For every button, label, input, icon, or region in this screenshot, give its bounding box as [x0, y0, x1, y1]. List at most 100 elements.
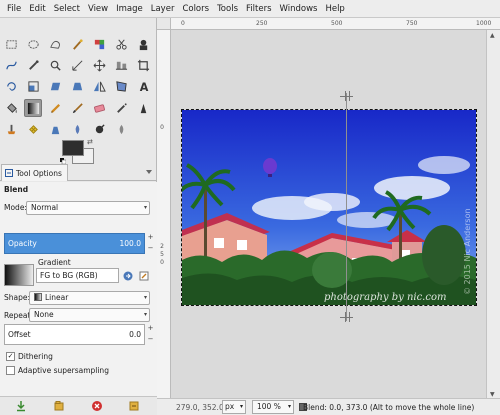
- foreground-select-icon[interactable]: [134, 35, 152, 53]
- gradient-preview[interactable]: [4, 264, 34, 286]
- offset-decrement-icon[interactable]: −: [146, 335, 155, 344]
- bucket-fill-icon[interactable]: [2, 99, 20, 117]
- align-icon[interactable]: [112, 56, 130, 74]
- repeat-select[interactable]: None ▾: [29, 308, 150, 322]
- ruler-tick-label: 250: [256, 20, 268, 27]
- menu-colors[interactable]: Colors: [178, 0, 213, 18]
- status-message: Blend: 0.0, 373.0 (Alt to move the whole…: [303, 403, 475, 412]
- perspective-clone-icon[interactable]: [46, 120, 64, 138]
- dithering-checkbox[interactable]: ✓: [6, 352, 15, 361]
- menu-select[interactable]: Select: [50, 0, 84, 18]
- fuzzy-select-icon[interactable]: [68, 35, 86, 53]
- menu-image[interactable]: Image: [112, 0, 147, 18]
- shape-value: Linear: [45, 293, 69, 302]
- clone-icon[interactable]: [2, 120, 20, 138]
- select-by-color-icon[interactable]: [90, 35, 108, 53]
- adaptive-supersampling-label: Adaptive supersampling: [18, 366, 109, 375]
- scissors-select-icon[interactable]: [112, 35, 130, 53]
- restore-options-icon[interactable]: [53, 400, 65, 412]
- perspective-icon[interactable]: [68, 77, 86, 95]
- menu-view[interactable]: View: [84, 0, 112, 18]
- color-picker-icon[interactable]: [24, 56, 42, 74]
- menu-edit[interactable]: Edit: [25, 0, 49, 18]
- airbrush-icon[interactable]: [112, 99, 130, 117]
- svg-text:A: A: [139, 81, 148, 93]
- left-dock: A ⇄ Tool Options Blend Mode: Normal ▾ Op…: [0, 18, 157, 415]
- opacity-increment-icon[interactable]: +: [146, 233, 155, 242]
- opacity-decrement-icon[interactable]: −: [146, 244, 155, 253]
- blend-line-end-handle[interactable]: [340, 312, 353, 322]
- dodge-burn-icon[interactable]: [90, 120, 108, 138]
- zoom-select[interactable]: 100 % ▾: [252, 400, 294, 414]
- pencil-icon[interactable]: [46, 99, 64, 117]
- foreground-color-swatch[interactable]: [62, 140, 84, 156]
- chevron-down-icon: ▾: [143, 204, 147, 211]
- shape-select[interactable]: Linear ▾: [29, 291, 150, 305]
- blur-icon[interactable]: [112, 120, 130, 138]
- tool-options-panel: Blend Mode: Normal ▾ Opacity 100.0 + − G…: [0, 182, 157, 415]
- vertical-ruler[interactable]: 0 2 5 0: [157, 30, 171, 400]
- menu-tools[interactable]: Tools: [213, 0, 242, 18]
- delete-options-icon[interactable]: [91, 400, 103, 412]
- edit-gradient-icon[interactable]: [137, 269, 150, 282]
- unit-select[interactable]: px ▾: [222, 400, 246, 414]
- ruler-tick-label: 5: [160, 251, 164, 258]
- opacity-label: Opacity: [8, 239, 37, 248]
- scroll-down-icon[interactable]: ▼: [490, 391, 495, 398]
- tab-tool-options-label: Tool Options: [16, 168, 62, 178]
- offset-slider[interactable]: Offset 0.0: [4, 324, 145, 345]
- blend-line-start-handle[interactable]: [340, 91, 353, 101]
- canvas-image[interactable]: photography by nic.com © 2015 Nic Anders…: [181, 109, 477, 306]
- scroll-up-icon[interactable]: ▲: [490, 32, 495, 39]
- free-select-icon[interactable]: [46, 35, 64, 53]
- smudge-icon[interactable]: [68, 120, 86, 138]
- blend-line[interactable]: [346, 93, 347, 321]
- offset-increment-icon[interactable]: +: [146, 324, 155, 333]
- crop-icon[interactable]: [134, 56, 152, 74]
- reset-options-icon[interactable]: [128, 400, 140, 412]
- paths-icon[interactable]: [2, 56, 20, 74]
- ruler-tick-label: 0: [181, 20, 185, 27]
- menu-help[interactable]: Help: [321, 0, 348, 18]
- ellipse-select-icon[interactable]: [24, 35, 42, 53]
- chevron-down-icon: ▾: [239, 403, 243, 410]
- gradient-name-field[interactable]: FG to BG (RGB): [36, 268, 119, 283]
- chevron-down-icon: ▾: [287, 403, 291, 410]
- rect-select-icon[interactable]: [2, 35, 20, 53]
- menu-windows[interactable]: Windows: [276, 0, 322, 18]
- cage-transform-icon[interactable]: [112, 77, 130, 95]
- ruler-corner[interactable]: [157, 18, 171, 30]
- ruler-tick-label: 0: [160, 259, 164, 266]
- flip-icon[interactable]: [90, 77, 108, 95]
- menu-filters[interactable]: Filters: [242, 0, 275, 18]
- adaptive-supersampling-checkbox[interactable]: [6, 366, 15, 375]
- watermark-text: photography by nic.com: [324, 292, 446, 303]
- zoom-icon[interactable]: [46, 56, 64, 74]
- zoom-value: 100 %: [257, 402, 281, 411]
- paintbrush-icon[interactable]: [68, 99, 86, 117]
- text-icon[interactable]: A: [134, 77, 152, 95]
- scale-icon[interactable]: [24, 77, 42, 95]
- menubar: File Edit Select View Image Layer Colors…: [0, 0, 500, 18]
- ink-icon[interactable]: [134, 99, 152, 117]
- save-options-icon[interactable]: [15, 400, 27, 412]
- menu-file[interactable]: File: [3, 0, 25, 18]
- swap-colors-icon[interactable]: ⇄: [87, 138, 93, 146]
- move-icon[interactable]: [90, 56, 108, 74]
- tab-tool-options[interactable]: Tool Options: [1, 164, 68, 181]
- reverse-gradient-icon[interactable]: [121, 269, 134, 282]
- menu-layer[interactable]: Layer: [147, 0, 179, 18]
- mode-select[interactable]: Normal ▾: [26, 201, 150, 215]
- eraser-icon[interactable]: [90, 99, 108, 117]
- linear-shape-icon: [34, 293, 42, 301]
- tool-options-title: Blend: [4, 185, 29, 194]
- blend-icon[interactable]: [24, 99, 42, 117]
- opacity-slider[interactable]: Opacity 100.0: [4, 233, 145, 254]
- tab-menu-icon[interactable]: [145, 168, 153, 176]
- measure-icon[interactable]: [68, 56, 86, 74]
- horizontal-ruler[interactable]: 0 250 500 750 1000: [171, 18, 500, 30]
- vertical-scrollbar[interactable]: ▲ ▼: [486, 30, 500, 400]
- rotate-icon[interactable]: [2, 77, 20, 95]
- shear-icon[interactable]: [46, 77, 64, 95]
- heal-icon[interactable]: [24, 120, 42, 138]
